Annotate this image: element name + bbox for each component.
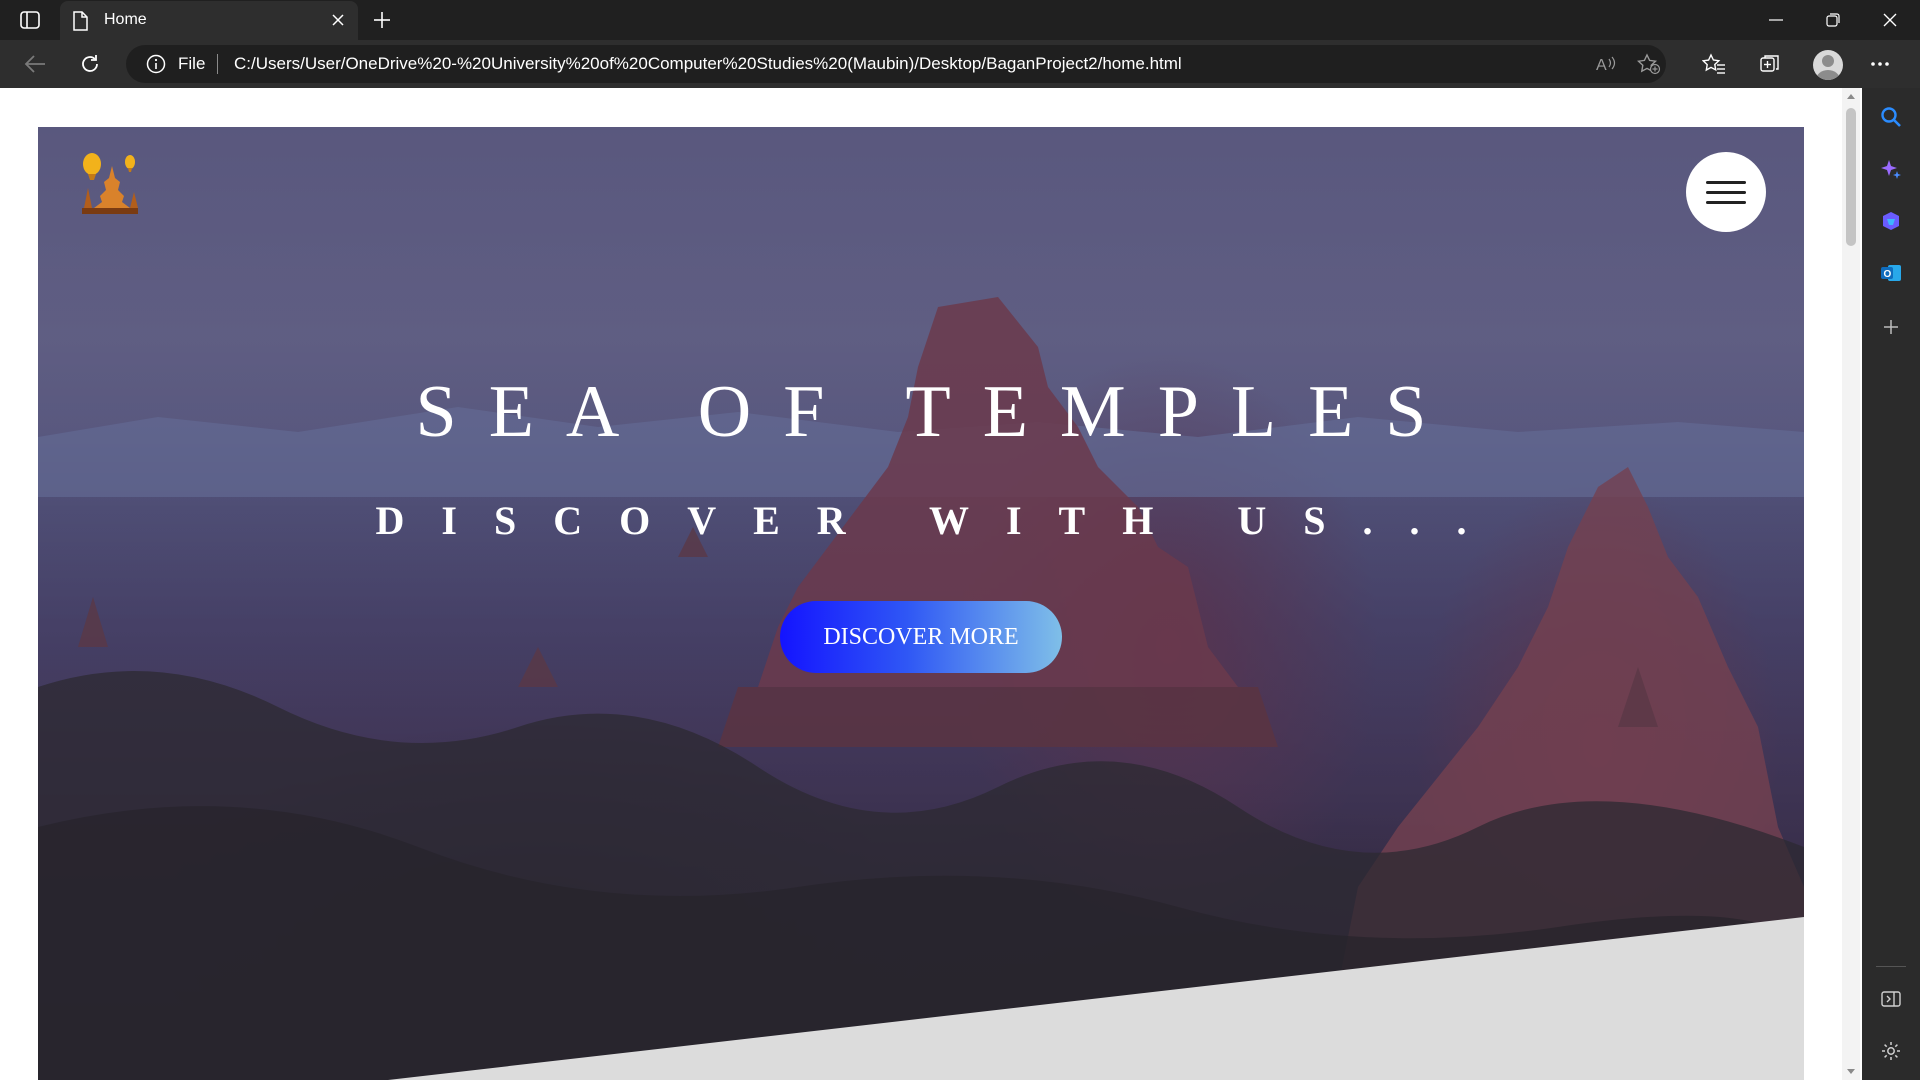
restore-icon[interactable]	[1805, 0, 1861, 40]
browser-tab-bar: Home	[0, 0, 1920, 40]
add-icon[interactable]	[1878, 314, 1904, 340]
svg-text:O: O	[1884, 269, 1892, 280]
read-aloud-icon[interactable]: A	[1593, 52, 1619, 76]
sidebar-divider	[1876, 966, 1906, 967]
search-icon[interactable]	[1878, 104, 1904, 130]
svg-text:A: A	[1596, 57, 1607, 73]
outlook-icon[interactable]: O	[1878, 260, 1904, 286]
scroll-down-arrow[interactable]	[1847, 1069, 1855, 1074]
url-text[interactable]: C:/Users/User/OneDrive%20-%20University%…	[234, 54, 1182, 74]
back-icon[interactable]	[18, 48, 52, 80]
edge-sidebar: O	[1862, 88, 1920, 1080]
close-icon[interactable]	[330, 12, 346, 28]
hero-section: SEA OF TEMPLES DISCOVER WITH US... DISCO…	[38, 127, 1804, 1080]
browser-tab[interactable]: Home	[60, 1, 358, 40]
slanted-section-divider	[388, 917, 1804, 1080]
refresh-icon[interactable]	[73, 48, 107, 80]
address-prefix: File	[178, 54, 206, 73]
page-viewport: SEA OF TEMPLES DISCOVER WITH US... DISCO…	[0, 88, 1842, 1080]
settings-icon[interactable]	[1878, 1038, 1904, 1064]
info-icon[interactable]	[146, 54, 166, 79]
shopping-icon[interactable]	[1878, 208, 1904, 234]
page-icon	[72, 11, 88, 36]
scroll-up-arrow[interactable]	[1847, 94, 1855, 99]
minimize-icon[interactable]	[1748, 0, 1804, 40]
collections-icon[interactable]	[1754, 48, 1786, 80]
scroll-thumb[interactable]	[1846, 108, 1856, 246]
more-icon[interactable]	[1864, 48, 1896, 80]
browser-toolbar: File C:/Users/User/OneDrive%20-%20Univer…	[0, 40, 1920, 88]
hide-sidebar-icon[interactable]	[1878, 986, 1904, 1012]
tab-title: Home	[104, 11, 147, 28]
address-separator	[217, 54, 218, 74]
favorites-icon[interactable]	[1698, 48, 1730, 80]
page-scrollbar[interactable]	[1842, 88, 1860, 1080]
address-bar[interactable]: File C:/Users/User/OneDrive%20-%20Univer…	[126, 45, 1666, 83]
profile-icon[interactable]	[1813, 50, 1843, 80]
plus-icon[interactable]	[368, 6, 396, 34]
tab-actions-icon[interactable]	[14, 7, 46, 33]
close-window-icon[interactable]	[1862, 0, 1918, 40]
add-favorite-icon[interactable]	[1636, 52, 1662, 76]
copilot-icon[interactable]	[1878, 156, 1904, 182]
